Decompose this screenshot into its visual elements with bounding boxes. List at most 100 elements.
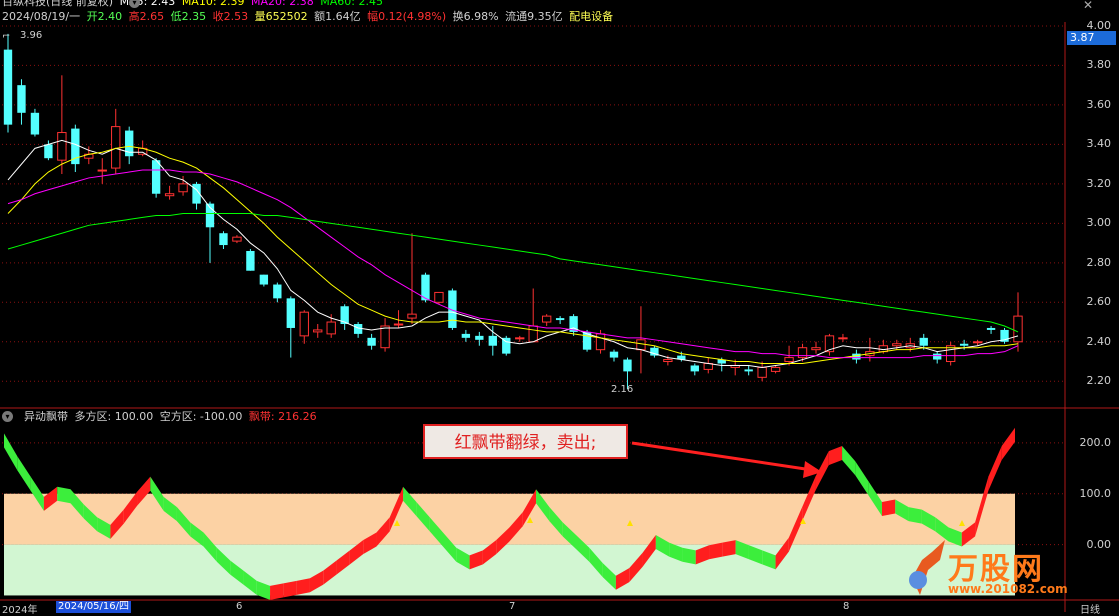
price-tick-label: 2.60 [1086,295,1112,309]
date-label: 2024/08/19/一 [2,10,81,23]
volume-label: 量652502 [254,10,308,23]
candle-body-up [57,132,67,161]
month-tick-7: 7 [509,601,516,612]
candle-body-up [838,337,848,340]
candle-body-down [273,284,282,299]
low-label: 低2.35 [170,10,207,23]
amount-label: 额1.64亿 [314,10,361,23]
candle-body-up [97,169,107,172]
candle-body-down [3,49,13,125]
indicator-tick-label: 200.0 [1079,435,1112,449]
header-line-1: 百纵科技(日线 前复权) MA5: 2.43 MA10: 2.39 MA20: … [2,0,386,8]
ma60-line [7,212,1019,333]
annotation-callout: 红飘带翻绿，卖出; [423,424,628,459]
ribbon-segment-red [722,540,736,557]
candle-body-up [178,183,188,193]
candle-body-up [393,323,404,326]
close-label: 收2.53 [212,10,249,23]
candle-body-up [770,366,781,372]
candle-body-up [663,359,673,363]
ribbon-segment-green [57,486,71,504]
ribbon-segment-green [855,461,869,496]
candle-body-up [299,311,309,337]
ribbon-value-label: 飘带: 216.26 [248,410,317,423]
candle-body-down [744,369,753,372]
price-tick-label: 2.40 [1086,334,1112,348]
candle-body-up [380,325,390,349]
candle-body-up [541,315,552,323]
header-line-2: 2024/08/19/一 开2.40 高2.65 低2.35 收2.53 量65… [2,11,616,23]
high-marker-label: 3.96 [20,30,43,41]
ribbon-segment-red [709,542,723,560]
high-label: 高2.65 [128,10,165,23]
candle-body-up [811,347,821,351]
candle-body-up [892,343,902,347]
low-marker-label: 2.16 [611,384,634,395]
close-icon[interactable]: ✕ [1083,0,1093,12]
ma60-legend: MA60: 2.45 [320,0,383,8]
candle-body-up [972,341,983,344]
candle-body-up [326,321,336,335]
ribbon-segment-green [682,547,696,565]
candle-body-down [609,351,619,358]
ma20-legend: MA20: 2.38 [251,0,314,8]
candle-body-down [151,160,161,194]
candle-body-down [286,298,295,328]
ribbon-segment-green [842,446,856,476]
ribbon-segment-red [988,446,1002,491]
candle-body-up [111,126,121,169]
price-tick-label: 4.00 [1086,18,1112,32]
candle-body-down [219,233,228,246]
candle-body-down [246,250,255,271]
brand-watermark: 万股网 www.201082.com [900,530,1100,610]
ma20-line [7,169,1019,359]
candle-body-down [367,337,376,346]
price-tick-label: 3.60 [1086,97,1112,111]
indicator-menu-icon[interactable]: ▾ [2,411,13,422]
current-price-badge: 3.87 [1067,31,1116,45]
turnover-label: 换6.98% [452,10,499,23]
month-tick-6: 6 [236,601,243,612]
ribbon-segment-red [296,578,310,595]
high-marker-arrow: ⌐ [2,31,11,42]
candle-body-up [595,333,606,351]
float-label: 流通9.35亿 [505,10,563,23]
candle-body-down [959,343,969,346]
long-zone-label: 多方区: 100.00 [74,410,154,423]
price-tick-label: 3.00 [1086,216,1112,230]
candle-body-up [407,313,417,319]
selected-date-badge: 2024/05/16/四 [56,601,132,613]
price-gridlines [2,25,1065,546]
candle-body-up [164,193,175,197]
candle-body-down [461,333,471,338]
kline-chart[interactable] [0,0,1119,612]
candle-body-down [852,353,861,360]
price-tick-label: 3.40 [1086,137,1112,151]
candle-body-down [690,365,699,372]
indicator-name[interactable]: 异动飘带 [24,410,68,423]
candle-body-up [515,337,525,340]
candle-body-down [44,144,53,159]
price-tick-label: 2.80 [1086,255,1112,269]
open-label: 开2.40 [86,10,123,23]
candle-body-down [623,359,632,372]
ribbon-segment-red [828,446,843,466]
short-zone-band [4,544,1015,596]
indicator-header: 异动飘带 多方区: 100.00 空方区: -100.00 飘带: 216.26 [24,411,320,423]
candle-body-down [71,128,80,165]
candle-body-down [933,353,942,360]
mascot-logo-icon [900,530,950,600]
ribbon-segment-green [17,456,31,491]
candle-body-up [636,339,646,351]
price-tick-label: 3.20 [1086,176,1112,190]
ma10-legend: MA10: 2.39 [181,0,245,8]
short-zone-label: 空方区: -100.00 [159,410,243,423]
candle-body-up [232,236,242,242]
indicator-tick-label: 100.0 [1079,486,1112,500]
candle-body-down [17,85,26,113]
candle-body-down [986,327,996,330]
ribbon-segment-red [283,580,297,598]
sector-label[interactable]: 配电设备 [569,10,613,23]
candle-body-up [434,291,444,303]
candle-body-down [488,335,497,346]
